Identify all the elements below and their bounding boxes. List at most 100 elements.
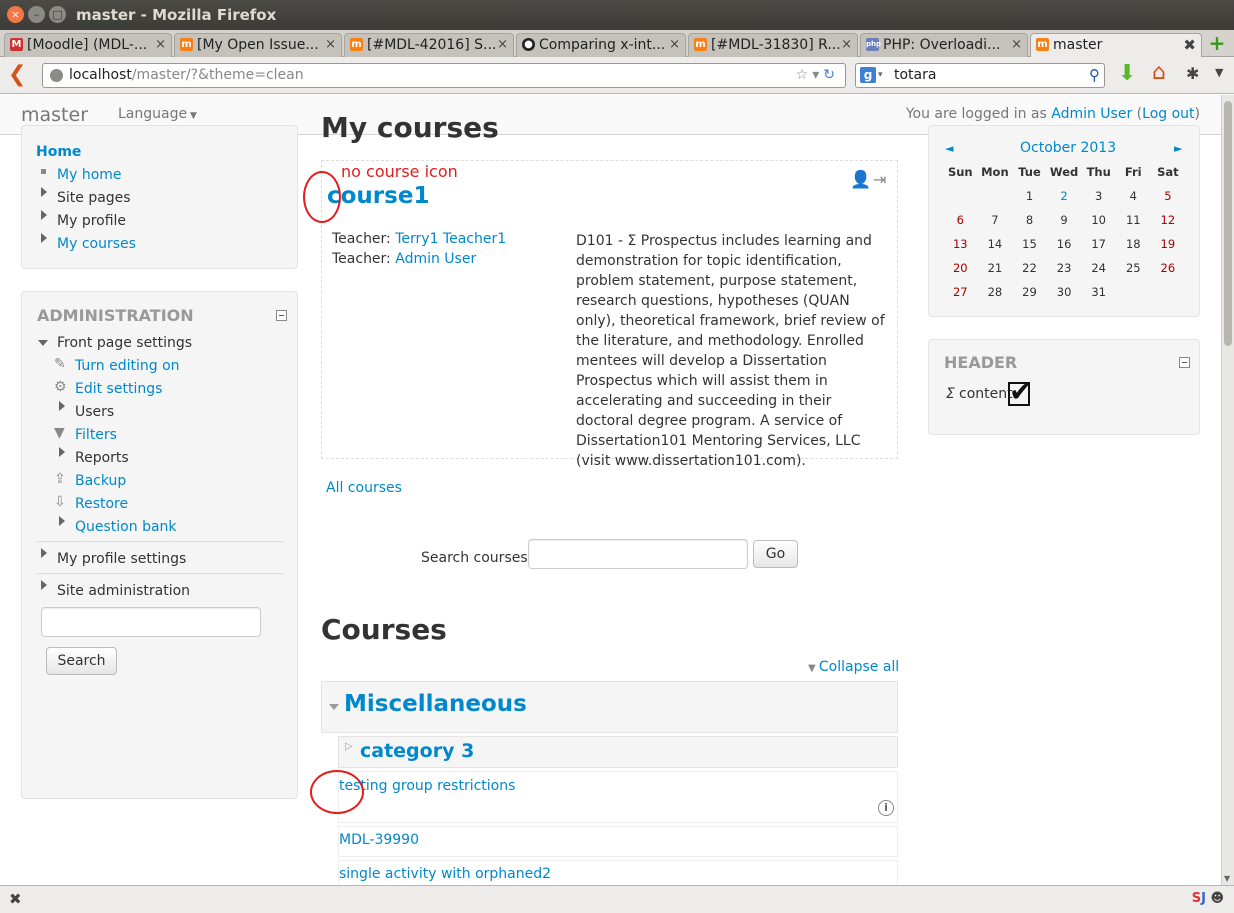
collapse-arrow-icon[interactable] <box>329 704 339 710</box>
vertical-scrollbar[interactable]: ▼ <box>1221 95 1234 885</box>
collapse-all-link[interactable]: Collapse all <box>819 659 899 675</box>
reload-icon[interactable]: ↻ <box>823 67 839 83</box>
go-button[interactable]: Go <box>753 540 798 568</box>
edit-settings-link[interactable]: Edit settings <box>75 381 162 397</box>
user-icon[interactable]: 👤 <box>850 170 871 190</box>
question-bank-link[interactable]: Question bank <box>75 519 177 535</box>
nav-my-profile[interactable]: My profile <box>57 213 126 229</box>
backup-link[interactable]: Backup <box>75 473 126 489</box>
extension-icon[interactable]: ✱ <box>1186 64 1199 84</box>
close-addon-bar-icon[interactable]: ✖ <box>9 890 22 908</box>
browser-tab[interactable]: php PHP: Overloadi... × <box>860 33 1028 57</box>
turn-editing-on-link[interactable]: Turn editing on <box>75 358 180 374</box>
subcategory-link[interactable]: category 3 <box>360 740 474 762</box>
url-dropdown-icon[interactable]: ▾ <box>812 67 823 83</box>
browser-tab[interactable]: m [#MDL-31830] R... × <box>688 33 858 57</box>
collapse-all-control[interactable]: ▼ Collapse all <box>808 659 899 675</box>
front-page-settings[interactable]: Front page settings <box>57 335 192 351</box>
user-link[interactable]: Admin User <box>1051 106 1132 122</box>
nav-my-courses-link[interactable]: My courses <box>57 236 136 252</box>
annotation-label: no course icon <box>341 162 458 181</box>
calendar-month[interactable]: October 2013 <box>1020 140 1116 156</box>
expand-arrow-icon[interactable] <box>41 210 47 220</box>
bookmark-star-icon[interactable]: ☆ <box>796 67 813 83</box>
addon-s-icon[interactable]: S <box>1192 891 1201 906</box>
teacher-link[interactable]: Admin User <box>395 251 476 267</box>
collapse-arrow-icon[interactable] <box>38 340 48 346</box>
language-label: Language <box>118 106 188 122</box>
collapse-block-icon[interactable] <box>1179 357 1190 368</box>
site-identity-icon[interactable] <box>50 69 63 82</box>
expand-arrow-icon[interactable]: ▷ <box>345 741 353 752</box>
url-bar[interactable]: localhost/master/?&theme=clean ☆▾↻ <box>42 63 846 88</box>
my-profile-settings[interactable]: My profile settings <box>57 551 186 567</box>
calendar-day: 31 <box>1091 285 1106 299</box>
search-bar[interactable]: g ▾ totara ⚲ <box>855 63 1105 88</box>
filters-link[interactable]: Filters <box>75 427 117 443</box>
teacher-link[interactable]: Terry1 Teacher1 <box>395 231 506 247</box>
tab-close-icon[interactable]: × <box>497 34 508 56</box>
window-close-icon[interactable]: × <box>7 6 24 23</box>
tab-close-icon[interactable]: × <box>1011 34 1022 56</box>
course-link[interactable]: MDL-39990 <box>339 832 419 848</box>
language-menu[interactable]: Language ▼ <box>118 106 197 122</box>
nav-my-home-link[interactable]: My home <box>57 167 122 183</box>
expand-arrow-icon[interactable] <box>41 580 47 590</box>
admin-search-button[interactable]: Search <box>46 647 117 675</box>
course-link[interactable]: testing group restrictions <box>339 778 515 794</box>
addon-user-icon[interactable]: ☻ <box>1210 891 1224 906</box>
site-brand[interactable]: master <box>21 104 88 126</box>
site-administration[interactable]: Site administration <box>57 583 190 599</box>
enrol-icon[interactable]: ⇥ <box>873 170 886 189</box>
google-icon[interactable]: g <box>860 67 876 83</box>
expand-arrow-icon[interactable] <box>59 401 65 411</box>
window-minimize-icon[interactable]: – <box>28 6 45 23</box>
course-title-link[interactable]: course1 <box>327 183 429 209</box>
back-icon[interactable]: ❮ <box>8 63 26 87</box>
browser-tab[interactable]: m [My Open Issue... × <box>174 33 342 57</box>
expand-arrow-icon[interactable] <box>59 516 65 526</box>
addon-j-icon[interactable]: J <box>1201 891 1206 906</box>
expand-arrow-icon[interactable] <box>41 548 47 558</box>
browser-tab[interactable]: M [Moodle] (MDL-... × <box>4 33 172 57</box>
category-link[interactable]: Miscellaneous <box>344 691 527 717</box>
users-item[interactable]: Users <box>75 404 114 420</box>
expand-arrow-icon[interactable] <box>41 233 47 243</box>
browser-tab[interactable]: ● Comparing x-int... × <box>516 33 686 57</box>
tab-close-icon[interactable]: × <box>325 34 336 56</box>
browser-tab-active[interactable]: m master ✖ <box>1030 33 1202 58</box>
admin-search-input[interactable] <box>41 607 261 637</box>
all-courses-link[interactable]: All courses <box>326 480 402 496</box>
tab-close-icon[interactable]: × <box>669 34 680 56</box>
nav-site-pages[interactable]: Site pages <box>57 190 131 206</box>
window-maximize-icon[interactable]: □ <box>49 6 66 23</box>
calendar-day-event[interactable]: 2 <box>1047 184 1082 208</box>
search-icon[interactable]: ⚲ <box>1089 64 1100 87</box>
home-icon[interactable]: ⌂ <box>1152 61 1166 85</box>
course-link[interactable]: single activity with orphaned2 <box>339 866 551 882</box>
expand-arrow-icon[interactable] <box>59 447 65 457</box>
new-tab-icon[interactable]: + <box>1206 33 1228 53</box>
tab-close-icon[interactable]: × <box>155 34 166 56</box>
collapse-block-icon[interactable] <box>276 310 287 321</box>
calendar-prev-icon[interactable]: ◄ <box>945 142 953 155</box>
info-icon[interactable]: i <box>878 800 894 816</box>
calendar-day: 22 <box>1022 261 1037 275</box>
search-courses-input[interactable] <box>528 539 748 569</box>
toolbar-menu-icon[interactable]: ▼ <box>1215 66 1223 79</box>
restore-link[interactable]: Restore <box>75 496 128 512</box>
tab-label: Comparing x-int... <box>539 37 666 53</box>
calendar-next-icon[interactable]: ► <box>1174 142 1182 155</box>
scroll-down-icon[interactable]: ▼ <box>1224 874 1230 883</box>
scrollbar-thumb[interactable] <box>1224 101 1232 346</box>
tab-close-icon[interactable]: × <box>841 34 852 56</box>
calendar-day: 28 <box>987 285 1003 299</box>
reports-item[interactable]: Reports <box>75 450 129 466</box>
tab-close-icon[interactable]: ✖ <box>1183 34 1196 56</box>
expand-arrow-icon[interactable] <box>41 187 47 197</box>
search-engine-dropdown-icon[interactable]: ▾ <box>878 64 883 87</box>
nav-home-link[interactable]: Home <box>36 144 81 160</box>
browser-tab[interactable]: m [#MDL-42016] S... × <box>344 33 514 57</box>
logout-link[interactable]: Log out <box>1142 106 1194 122</box>
download-icon[interactable]: ⬇ <box>1118 62 1136 86</box>
